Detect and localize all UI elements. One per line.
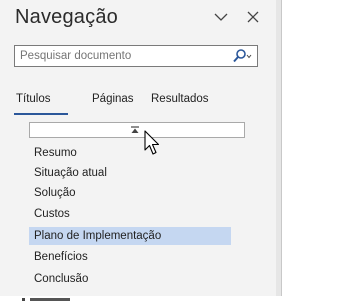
tab-results[interactable]: Resultados [151,93,209,105]
collapse-all-icon[interactable] [130,126,140,134]
tab-headings[interactable]: Títulos [16,93,51,105]
chevron-down-icon[interactable] [212,8,230,26]
heading-item-custos[interactable]: Custos [29,205,231,223]
close-icon[interactable] [244,8,262,26]
navigation-pane: Navegação Títulos Páginas Resultados [0,0,276,301]
search-box [14,45,258,67]
search-options-button[interactable] [227,46,257,66]
heading-item-solucao[interactable]: Solução [29,184,231,202]
heading-item-resumo[interactable]: Resumo [29,144,231,162]
heading-item-beneficios[interactable]: Benefícios [29,248,231,266]
heading-item-conclusao[interactable]: Conclusão [29,270,231,288]
heading-item-partial[interactable] [22,290,82,308]
heading-item-plano-de-implementacao[interactable]: Plano de Implementação [29,227,231,245]
tab-pages[interactable]: Páginas [92,93,134,105]
pane-title: Navegação [15,6,118,28]
heading-item-situacao-atual[interactable]: Situação atual [29,164,231,182]
document-page[interactable] [281,0,345,296]
heading-filter-box[interactable] [29,122,245,138]
search-input[interactable] [15,47,227,65]
search-icon [233,49,252,63]
document-area[interactable] [276,0,345,296]
active-tab-indicator [14,113,68,115]
truncated-heading-icon [22,298,70,301]
